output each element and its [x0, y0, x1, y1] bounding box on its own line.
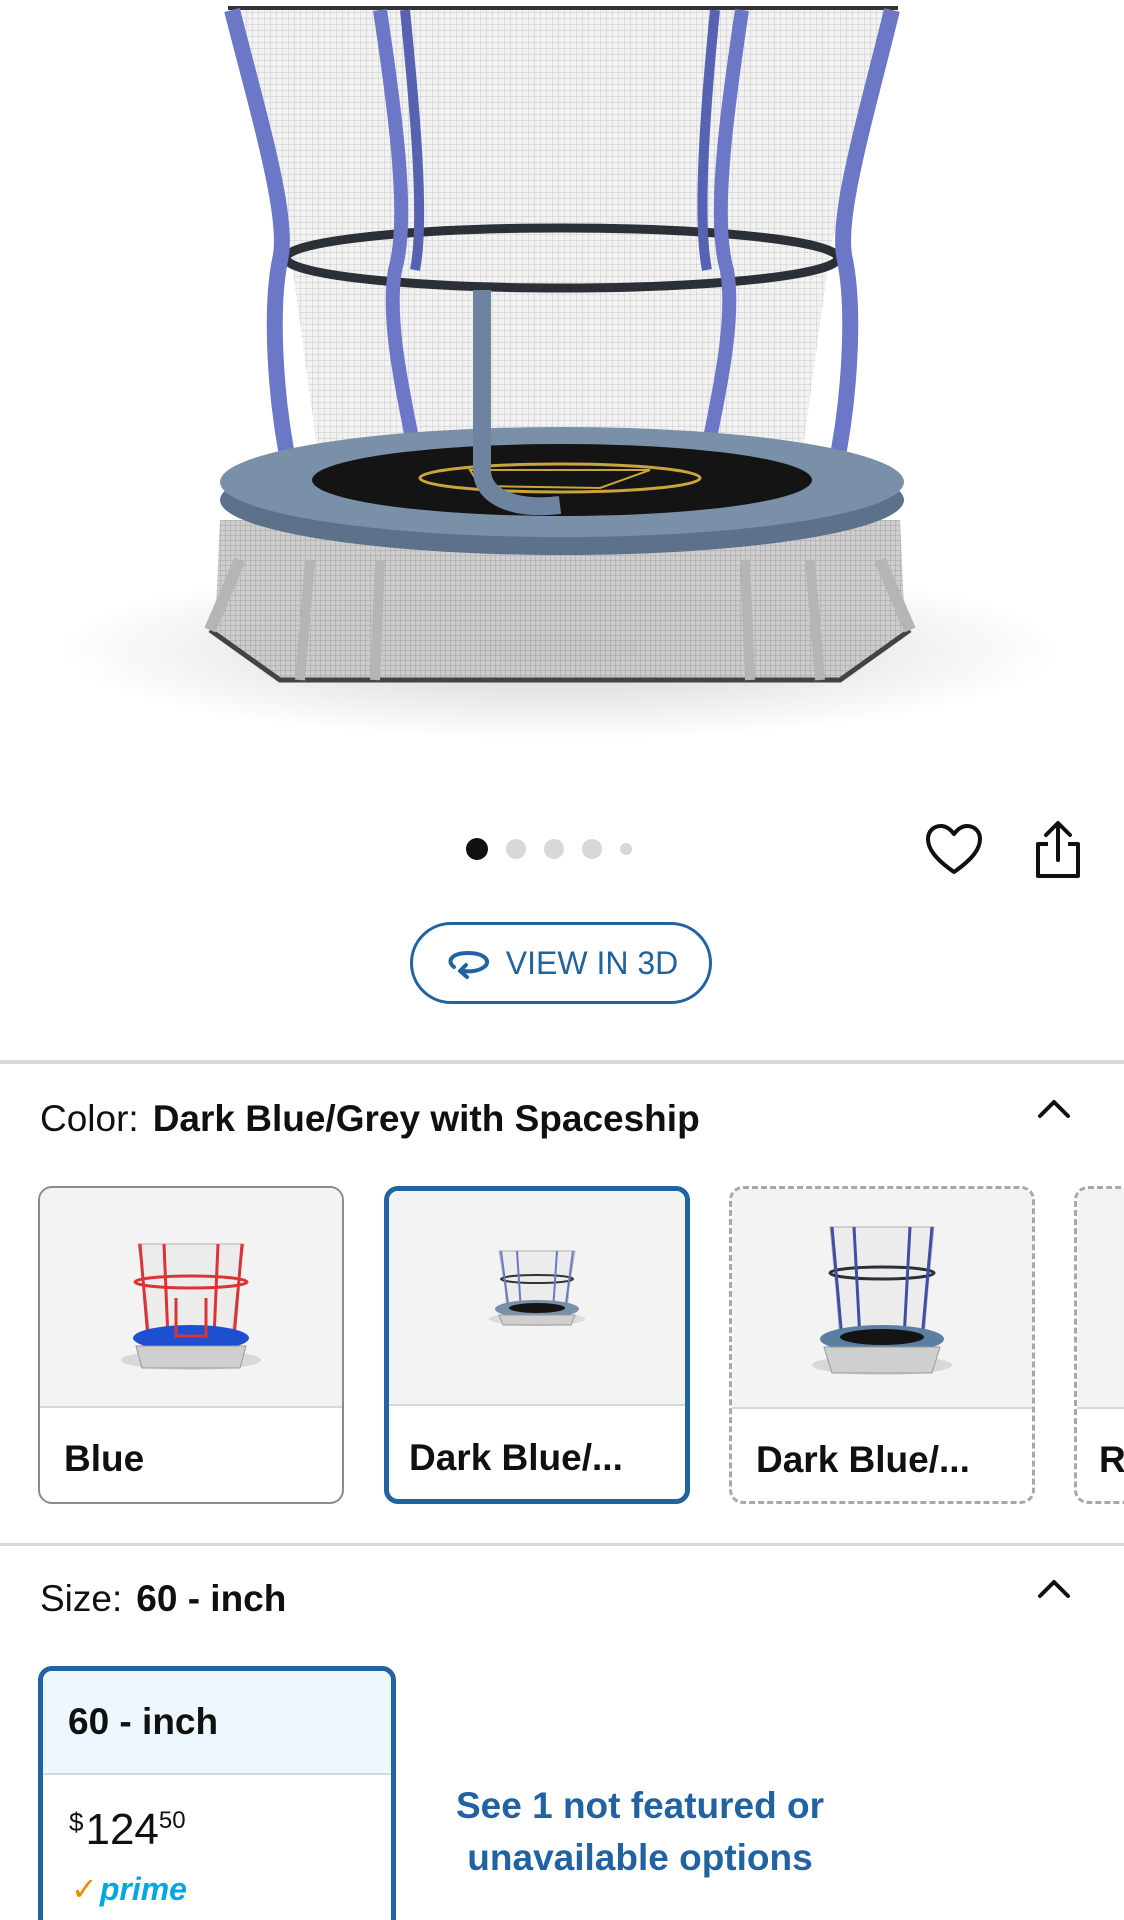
- chevron-up-icon[interactable]: [1034, 1094, 1074, 1124]
- pagination-dot[interactable]: [582, 839, 602, 859]
- divider: [732, 1407, 1032, 1409]
- divider: [389, 1404, 685, 1406]
- pagination-dot[interactable]: [506, 839, 526, 859]
- price-currency: $: [69, 1807, 84, 1837]
- size-option-header: 60 - inch: [43, 1671, 391, 1773]
- price: $12450: [69, 1805, 186, 1855]
- prime-check-icon: ✓: [71, 1871, 98, 1907]
- price-whole: 124: [85, 1805, 159, 1854]
- size-selected-value: 60 - inch: [136, 1578, 287, 1619]
- color-option-label: Dark Blue/...: [756, 1439, 970, 1480]
- view-in-3d-label: VIEW IN 3D: [505, 944, 679, 981]
- pagination-dot-active[interactable]: [466, 838, 488, 860]
- heart-icon[interactable]: [924, 822, 984, 878]
- pagination-dot[interactable]: [620, 843, 632, 855]
- color-label: Color:: [40, 1098, 139, 1139]
- color-option-blue[interactable]: Blue: [38, 1186, 344, 1504]
- color-option-image: [732, 1189, 1032, 1407]
- size-label: Size:: [40, 1578, 123, 1619]
- divider: [0, 1543, 1124, 1546]
- product-image[interactable]: [0, 0, 1124, 760]
- see-unavailable-options-link[interactable]: See 1 not featured or unavailable option…: [440, 1780, 840, 1884]
- color-option-label: Blue: [64, 1438, 145, 1479]
- size-heading: Size: 60 - inch: [40, 1578, 286, 1620]
- divider: [1077, 1407, 1124, 1409]
- color-option-label: R: [1099, 1439, 1124, 1480]
- prime-badge: ✓ prime: [71, 1870, 187, 1908]
- color-option-label: Dark Blue/...: [409, 1437, 623, 1478]
- color-option-partial[interactable]: R: [1074, 1186, 1124, 1504]
- color-heading: Color: Dark Blue/Grey with Spaceship: [40, 1098, 700, 1140]
- size-option-label: 60 - inch: [68, 1701, 219, 1742]
- divider: [40, 1406, 342, 1408]
- rotate-3d-icon: [448, 950, 489, 979]
- prime-label: prime: [99, 1870, 187, 1907]
- price-fraction: 50: [158, 1807, 186, 1834]
- color-option-dark-blue-alt[interactable]: Dark Blue/...: [729, 1186, 1035, 1504]
- color-option-image: [1077, 1189, 1124, 1407]
- image-pagination[interactable]: [466, 836, 632, 862]
- size-option-60-inch[interactable]: 60 - inch $12450 ✓ prime: [38, 1666, 396, 1920]
- color-option-image: [389, 1191, 685, 1404]
- share-icon[interactable]: [1028, 818, 1088, 882]
- chevron-up-icon[interactable]: [1034, 1574, 1074, 1604]
- color-option-image: [40, 1188, 342, 1406]
- pagination-dot[interactable]: [544, 839, 564, 859]
- color-option-dark-blue-grey-spaceship[interactable]: Dark Blue/...: [384, 1186, 690, 1504]
- color-selected-value: Dark Blue/Grey with Spaceship: [152, 1098, 700, 1139]
- divider: [0, 1060, 1124, 1064]
- divider: [43, 1773, 391, 1775]
- view-in-3d-button[interactable]: VIEW IN 3D: [410, 922, 712, 1004]
